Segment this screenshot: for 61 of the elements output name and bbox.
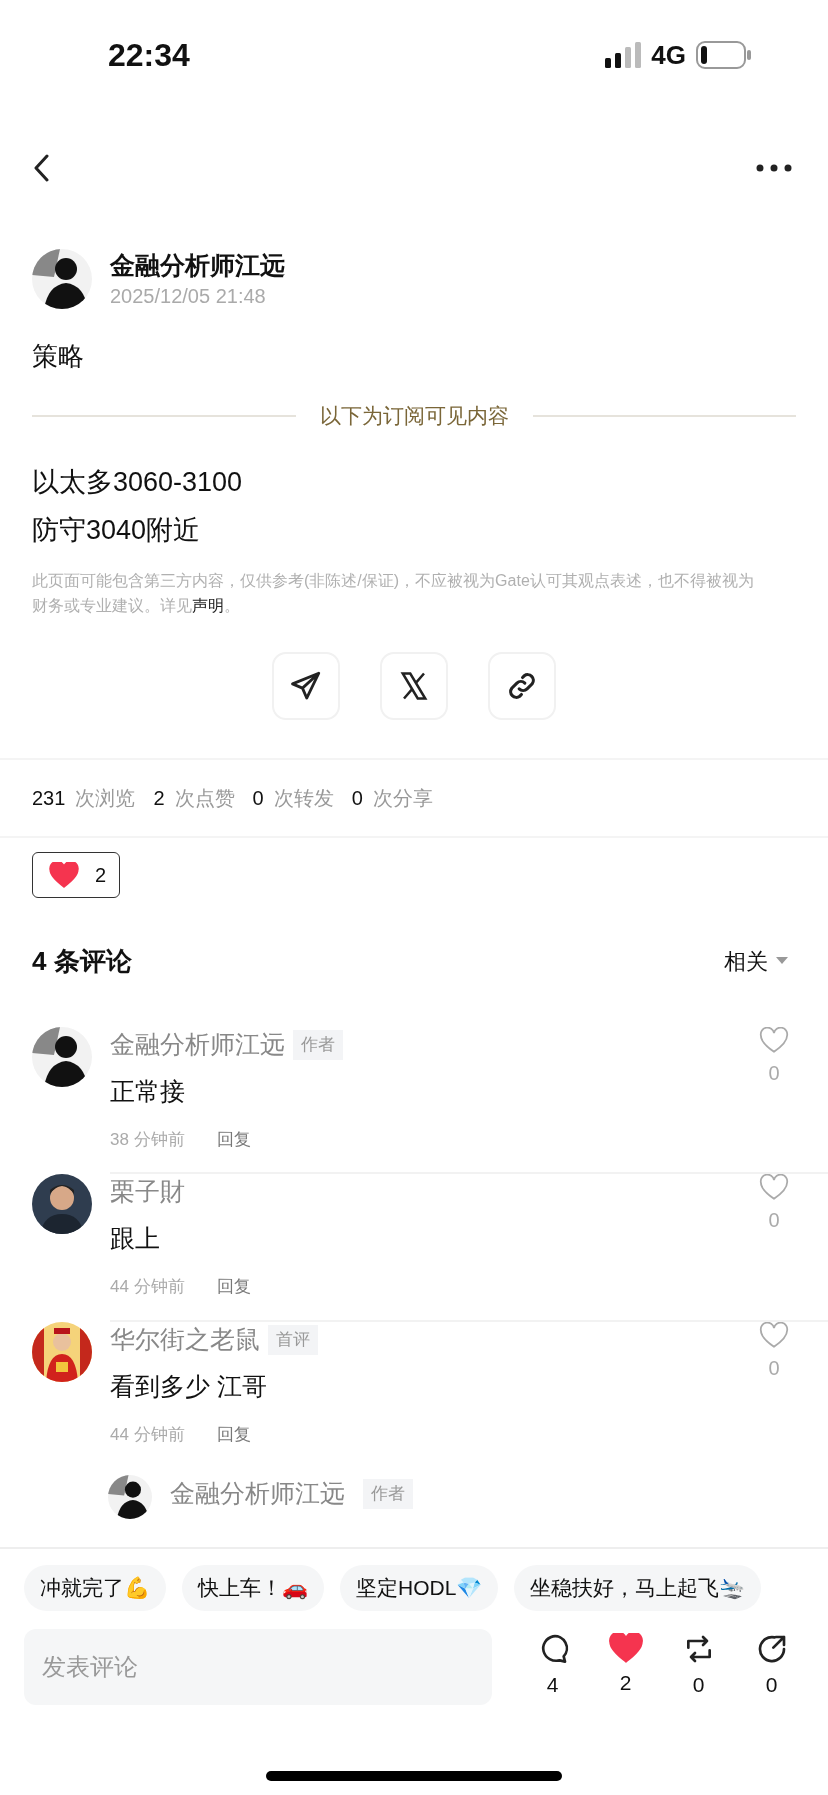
comment-input-field[interactable]: 发表评论 — [24, 1629, 492, 1705]
post-text: 防守3040附近 — [32, 513, 202, 547]
post-time: 2025/12/05 21:48 — [110, 284, 267, 309]
like-count: 0 — [768, 1208, 780, 1233]
reply-button[interactable]: 回复 — [216, 1274, 251, 1300]
like-count: 0 — [768, 1060, 780, 1086]
reply-button[interactable]: 回复 — [216, 1126, 251, 1152]
subscriber-divider-label: 以下为订阅可见内容 — [319, 403, 509, 429]
comment-time: 44 分钟前 — [110, 1423, 185, 1446]
comment-time: 44 分钟前 — [110, 1276, 185, 1298]
battery-icon — [696, 41, 752, 69]
status-time: 22:34 — [108, 36, 190, 75]
like-action-button[interactable]: 2 — [600, 1633, 651, 1701]
reply-button[interactable]: 回复 — [216, 1421, 251, 1447]
stat-label: 次浏览 — [75, 785, 136, 811]
commenter-name[interactable]: 栗子財 — [110, 1173, 185, 1211]
commenter-name[interactable]: 金融分析师江远 — [110, 1025, 285, 1064]
share-action-button[interactable]: 0 — [746, 1633, 797, 1701]
sort-dropdown[interactable]: 相关 — [724, 944, 788, 978]
repost-action-button[interactable]: 0 — [673, 1633, 724, 1701]
disclaimer-text: 此页面可能包含第三方内容，仅供参考(非陈述/保证)，不应被视为Gate认可其观点表述，也不得被视为财务或专业建议。详见声明。 — [32, 570, 755, 616]
stat-label: 次点赞 — [174, 785, 235, 811]
stat-count: 0 — [351, 785, 363, 811]
comment-text: 看到多少 江哥 — [110, 1370, 268, 1402]
heart-icon — [608, 1633, 643, 1664]
stat-count: 231 — [32, 785, 66, 811]
role-tag: 作者 — [293, 1029, 343, 1060]
comments-heading: 4 条评论 — [32, 944, 132, 978]
role-tag: 作者 — [363, 1479, 413, 1509]
statement-link[interactable]: 声明 — [192, 596, 224, 614]
x-share-button[interactable] — [380, 651, 448, 720]
network-label: 4G — [651, 38, 686, 72]
comment-text: 跟上 — [110, 1223, 161, 1254]
comment-time: 38 分钟前 — [110, 1128, 185, 1151]
heart-icon — [49, 861, 79, 888]
quick-reply-chip[interactable]: 冲就完了💪 — [24, 1565, 166, 1611]
comment-action-button[interactable]: 4 — [527, 1633, 578, 1701]
commenter-name[interactable]: 华尔街之老鼠 — [110, 1320, 260, 1359]
quick-reply-chip[interactable]: 坐稳扶好，马上起飞🛬 — [514, 1565, 762, 1611]
stat-count: 0 — [252, 785, 264, 811]
stat-label: 次转发 — [273, 785, 334, 811]
stat-label: 次分享 — [372, 785, 433, 811]
comment-input[interactable]: 发表评论 — [42, 1649, 474, 1685]
post-title: 策略 — [32, 340, 85, 373]
more-icon — [756, 164, 792, 172]
copy-link-button[interactable] — [488, 651, 556, 720]
commenter-name[interactable]: 金融分析师江远 — [170, 1475, 345, 1511]
x-logo-icon — [399, 670, 429, 701]
caret-icon — [776, 957, 788, 965]
back-icon — [32, 154, 50, 182]
telegram-share-button[interactable] — [272, 651, 340, 720]
like-reaction-button[interactable]: 2 — [32, 851, 120, 898]
author-name[interactable]: 金融分析师江远 — [110, 248, 285, 282]
signal-icon — [605, 42, 642, 68]
comment-text: 正常接 — [110, 1075, 186, 1107]
like-count: 0 — [768, 1355, 780, 1381]
role-tag: 首评 — [268, 1324, 318, 1355]
quick-reply-chip[interactable]: 快上车！🚗 — [182, 1565, 324, 1611]
stat-count: 2 — [153, 785, 165, 811]
quick-reply-chip[interactable]: 坚定HODL💎 — [340, 1565, 499, 1611]
post-text: 以太多3060-3100 — [32, 465, 244, 499]
